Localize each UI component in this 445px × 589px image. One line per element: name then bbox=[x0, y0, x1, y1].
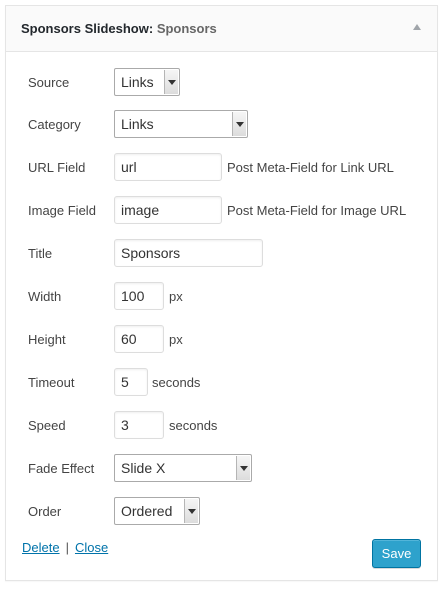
timeout-input[interactable]: 5 bbox=[114, 368, 148, 396]
image-field-note: Post Meta-Field for Image URL bbox=[227, 203, 407, 218]
delete-link[interactable]: Delete bbox=[22, 540, 60, 555]
image-field-input[interactable]: image bbox=[114, 196, 222, 224]
width-label: Width bbox=[28, 289, 62, 304]
height-label: Height bbox=[28, 332, 66, 347]
order-select-value: Ordered bbox=[121, 503, 173, 519]
speed-unit: seconds bbox=[169, 418, 218, 433]
close-link[interactable]: Close bbox=[75, 540, 108, 555]
category-select[interactable]: Links bbox=[114, 110, 248, 138]
height-unit: px bbox=[169, 332, 183, 347]
speed-input[interactable]: 3 bbox=[114, 411, 164, 439]
order-label: Order bbox=[28, 504, 62, 519]
width-unit: px bbox=[169, 289, 183, 304]
source-row: Source Links bbox=[28, 68, 428, 96]
height-row: Height 60 px bbox=[28, 325, 428, 353]
width-input[interactable]: 100 bbox=[114, 282, 164, 310]
fade-effect-label: Fade Effect bbox=[28, 461, 95, 476]
widget-control-actions: Delete | Close bbox=[22, 540, 108, 555]
link-separator: | bbox=[65, 540, 69, 555]
fade-effect-row: Fade Effect Slide X bbox=[28, 454, 428, 482]
collapse-arrow-icon[interactable] bbox=[413, 24, 421, 30]
timeout-row: Timeout 5 seconds bbox=[28, 368, 428, 396]
width-row: Width 100 px bbox=[28, 282, 428, 310]
category-select-value: Links bbox=[121, 116, 154, 132]
source-select-value: Links bbox=[121, 74, 154, 90]
speed-row: Speed 3 seconds bbox=[28, 411, 428, 439]
order-row: Order Ordered bbox=[28, 497, 428, 525]
category-row: Category Links bbox=[28, 110, 428, 138]
url-field-label: URL Field bbox=[28, 160, 86, 175]
image-field-row: Image Field image Post Meta-Field for Im… bbox=[28, 196, 433, 224]
chevron-down-icon bbox=[164, 70, 178, 94]
widget-name: Sponsors Slideshow: bbox=[21, 21, 154, 36]
category-label: Category bbox=[28, 117, 81, 132]
widget-instance-title: Sponsors bbox=[156, 21, 217, 36]
order-select[interactable]: Ordered bbox=[114, 497, 200, 525]
title-input[interactable]: Sponsors bbox=[114, 239, 263, 267]
fade-effect-select-value: Slide X bbox=[121, 460, 166, 476]
widget-header[interactable]: Sponsors Slideshow: Sponsors bbox=[6, 6, 437, 52]
fade-effect-select[interactable]: Slide X bbox=[114, 454, 252, 482]
chevron-down-icon bbox=[232, 112, 246, 136]
source-select[interactable]: Links bbox=[114, 68, 180, 96]
chevron-down-icon bbox=[236, 456, 250, 480]
source-label: Source bbox=[28, 75, 70, 90]
speed-label: Speed bbox=[28, 418, 66, 433]
save-button[interactable]: Save bbox=[372, 539, 421, 568]
url-field-note: Post Meta-Field for Link URL bbox=[227, 160, 394, 175]
timeout-label: Timeout bbox=[28, 375, 75, 390]
url-field-input[interactable]: url bbox=[114, 153, 222, 181]
title-label: Title bbox=[28, 246, 53, 261]
title-row: Title Sponsors bbox=[28, 239, 428, 267]
widget-title: Sponsors Slideshow: Sponsors bbox=[21, 21, 217, 36]
url-field-row: URL Field url Post Meta-Field for Link U… bbox=[28, 153, 428, 181]
chevron-down-icon bbox=[184, 499, 198, 523]
image-field-label: Image Field bbox=[28, 203, 96, 218]
timeout-unit: seconds bbox=[152, 375, 201, 390]
height-input[interactable]: 60 bbox=[114, 325, 164, 353]
sponsors-slideshow-widget: Sponsors Slideshow: Sponsors Source Link… bbox=[5, 5, 438, 581]
